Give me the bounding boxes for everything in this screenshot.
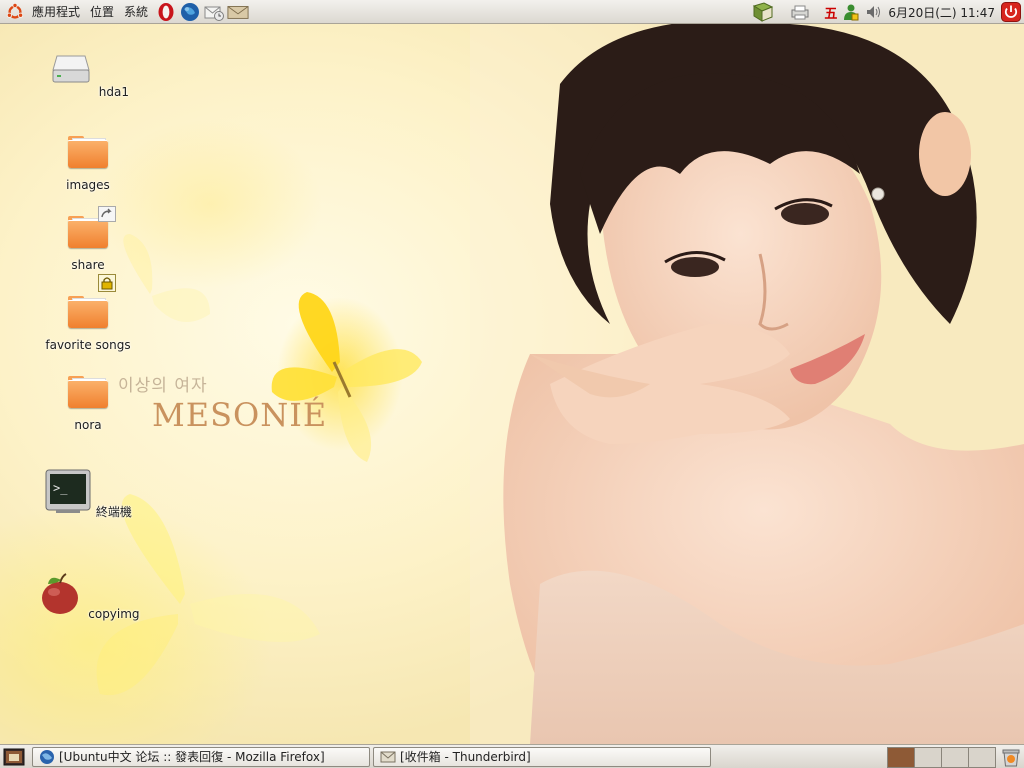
clock[interactable]: 6月20日(二) 11:47: [886, 0, 1001, 24]
svg-text:>_: >_: [53, 481, 68, 495]
desktop-icon-label: images: [66, 178, 110, 192]
opera-icon[interactable]: [155, 2, 177, 22]
butterfly-illustration: [271, 292, 422, 462]
taskbar-button-firefox[interactable]: [Ubuntu中文 论坛 :: 發表回復 - Mozilla Firefox]: [32, 746, 370, 767]
desktop-icon-favorite-songs[interactable]: favorite songs: [28, 274, 148, 352]
workspace-3[interactable]: [941, 747, 968, 768]
apple-icon: [42, 573, 79, 614]
folder-link-icon: [64, 206, 116, 256]
drive-icon: [52, 55, 90, 83]
terminal-icon: >_: [45, 469, 91, 513]
workspace-4[interactable]: [968, 747, 996, 768]
desktop-icon-copyimg[interactable]: copyimg: [28, 570, 148, 621]
user-status-icon[interactable]: [840, 0, 862, 24]
workspace-1[interactable]: [887, 747, 914, 768]
power-icon[interactable]: [1001, 2, 1021, 22]
speaker-icon[interactable]: [862, 0, 886, 24]
folder-icon: [64, 128, 112, 176]
desktop-icon-hda1[interactable]: hda1: [28, 48, 148, 99]
wallpaper-brand-text: MESONIÉ: [152, 396, 328, 434]
show-desktop-icon: [3, 748, 25, 765]
desktop-icon-share[interactable]: share: [28, 206, 148, 272]
taskbar-button-label: [Ubuntu中文 论坛 :: 發表回復 - Mozilla Firefox]: [59, 750, 325, 764]
ubuntu-logo-icon[interactable]: [6, 2, 24, 21]
system-menu[interactable]: 系統: [120, 0, 154, 24]
workspace-2[interactable]: [914, 747, 941, 768]
desktop-icon-label: favorite songs: [45, 338, 131, 352]
desktop-icon-images[interactable]: images: [28, 128, 148, 192]
browser-globe-icon[interactable]: [179, 2, 201, 22]
desktop-icon-label: 終端機: [95, 505, 132, 519]
trash-icon[interactable]: [1000, 746, 1022, 768]
desktop-icon-nora[interactable]: nora: [28, 368, 148, 432]
desktop-icon-label: copyimg: [88, 607, 140, 621]
desktop-icon-terminal[interactable]: >_ 終端機: [28, 468, 148, 520]
taskbar-button-label: [收件箱 - Thunderbird]: [400, 750, 531, 764]
system-tray: 五 6月20日(二) 11:47: [749, 0, 1024, 24]
portrait-photo: [470, 24, 1024, 744]
bottom-panel: [Ubuntu中文 论坛 :: 發表回復 - Mozilla Firefox] …: [0, 744, 1024, 768]
folder-icon: [64, 368, 112, 416]
desktop-icon-label: share: [71, 258, 105, 272]
workspace-switcher: [887, 747, 996, 768]
thunderbird-icon: [380, 751, 396, 762]
places-menu[interactable]: 位置: [86, 0, 120, 24]
input-method-indicator[interactable]: 五: [821, 0, 840, 24]
folder-locked-icon: [64, 274, 116, 336]
email-send-icon[interactable]: [203, 2, 225, 22]
mail-envelope-icon[interactable]: [227, 2, 249, 22]
show-desktop-button[interactable]: [2, 746, 26, 768]
desktop-wallpaper: 이상의 여자 MESONIÉ hda1 images share favorit…: [0, 24, 1024, 744]
firefox-icon: [40, 749, 54, 764]
applications-menu[interactable]: 應用程式: [28, 0, 86, 24]
desktop-icon-label: nora: [74, 418, 102, 432]
symlink-badge-icon: [98, 206, 116, 222]
desktop-icon-label: hda1: [98, 85, 130, 99]
lock-badge-icon: [98, 274, 116, 292]
printer-icon[interactable]: [787, 0, 813, 24]
notebook-icon[interactable]: [749, 0, 777, 24]
taskbar-button-thunderbird[interactable]: [收件箱 - Thunderbird]: [373, 746, 711, 767]
top-panel: 應用程式 位置 系統 五 6月20日(二) 11:47: [0, 0, 1024, 24]
